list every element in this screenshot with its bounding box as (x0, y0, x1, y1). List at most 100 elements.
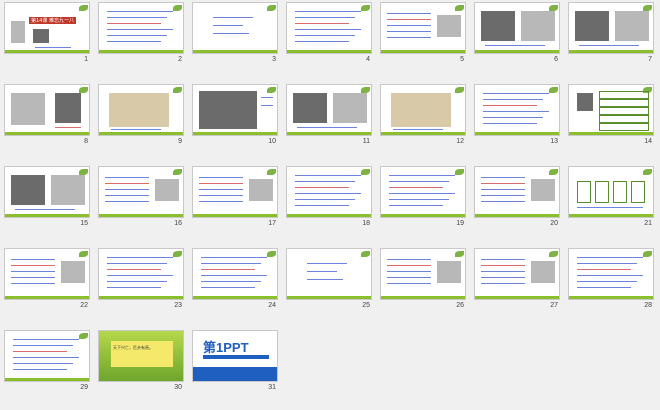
text-line (107, 41, 161, 42)
leaf-icon (643, 251, 652, 257)
slide-thumbnail-3[interactable]: 3 (192, 2, 278, 70)
slide-thumbnail-27[interactable]: 27 (474, 248, 560, 316)
slide-thumbnail-2[interactable]: 2 (98, 2, 184, 70)
text-line (579, 45, 639, 46)
slide-number: 12 (456, 138, 464, 145)
slide-canvas[interactable] (380, 84, 466, 136)
slide-canvas[interactable] (474, 248, 560, 300)
slide-thumbnail-24[interactable]: 24 (192, 248, 278, 316)
leaf-icon (267, 251, 276, 257)
slide-picture (155, 179, 179, 201)
slide-thumbnail-17[interactable]: 17 (192, 166, 278, 234)
slide-thumbnail-4[interactable]: 4 (286, 2, 372, 70)
text-line (107, 281, 167, 282)
slide-canvas[interactable] (4, 84, 90, 136)
text-line (201, 257, 267, 258)
slide-thumbnail-12[interactable]: 12 (380, 84, 466, 152)
leaf-icon (173, 5, 182, 11)
slide-footer-bar (381, 296, 465, 299)
leaf-icon (267, 169, 276, 175)
table-row (599, 107, 649, 115)
slide-canvas[interactable] (192, 2, 278, 54)
slide-canvas[interactable] (4, 166, 90, 218)
text-line (483, 111, 549, 112)
slide-picture (615, 11, 649, 41)
slide-thumbnail-22[interactable]: 22 (4, 248, 90, 316)
slide-canvas[interactable] (98, 248, 184, 300)
slide-thumbnail-30[interactable]: 天下兴亡，匹夫有责。 30 (98, 330, 184, 398)
slide-canvas[interactable]: 第14课 难忘九一八 (4, 2, 90, 54)
slide-canvas[interactable]: 第1PPT (192, 330, 278, 382)
slide-number: 29 (80, 384, 88, 391)
slide-thumbnail-26[interactable]: 26 (380, 248, 466, 316)
slide-thumbnail-18[interactable]: 18 (286, 166, 372, 234)
slide-canvas[interactable] (286, 2, 372, 54)
slide-canvas[interactable] (98, 84, 184, 136)
ppt-logo: 第1PPT (203, 340, 249, 355)
slide-thumbnail-1[interactable]: 第14课 难忘九一八 1 (4, 2, 90, 70)
slide-canvas[interactable] (568, 84, 654, 136)
slide-canvas[interactable] (4, 330, 90, 382)
leaf-icon (455, 87, 464, 93)
text-line (577, 287, 631, 288)
slide-thumbnail-19[interactable]: 19 (380, 166, 466, 234)
slide-canvas[interactable] (380, 2, 466, 54)
slide-canvas[interactable] (98, 2, 184, 54)
slide-canvas[interactable] (192, 84, 278, 136)
slide-picture (199, 91, 257, 129)
slide-canvas[interactable] (568, 166, 654, 218)
slide-canvas[interactable] (286, 166, 372, 218)
leaf-icon (173, 251, 182, 257)
slide-thumbnail-13[interactable]: 13 (474, 84, 560, 152)
text-line (105, 177, 149, 178)
slide-canvas[interactable] (4, 248, 90, 300)
slide-thumbnail-23[interactable]: 23 (98, 248, 184, 316)
text-line (481, 189, 525, 190)
slide-thumbnail-21[interactable]: 21 (568, 166, 654, 234)
slide-canvas[interactable] (474, 2, 560, 54)
slide-canvas[interactable] (286, 248, 372, 300)
text-line (295, 41, 349, 42)
slide-footer-bar (193, 214, 277, 217)
slide-thumbnail-15[interactable]: 15 (4, 166, 90, 234)
slide-footer-bar (569, 214, 653, 217)
slide-canvas[interactable] (380, 248, 466, 300)
slide-sorter-grid: 第14课 难忘九一八 1 2 3 4 5 6 7 8 9 10 11 12 13 14 15 16 17 18 19 2… (0, 0, 660, 410)
slide-canvas[interactable] (474, 84, 560, 136)
slide-canvas[interactable] (286, 84, 372, 136)
slide-thumbnail-14[interactable]: 14 (568, 84, 654, 152)
slide-thumbnail-6[interactable]: 6 (474, 2, 560, 70)
slide-thumbnail-31[interactable]: 第1PPT 31 (192, 330, 278, 398)
leaf-icon (455, 5, 464, 11)
slide-canvas[interactable] (568, 2, 654, 54)
slide-canvas[interactable] (98, 166, 184, 218)
slide-footer-bar (193, 296, 277, 299)
text-line (107, 29, 173, 30)
text-line (481, 195, 525, 196)
slide-thumbnail-11[interactable]: 11 (286, 84, 372, 152)
text-line (387, 13, 431, 14)
text-line (13, 351, 67, 352)
text-line (35, 47, 71, 48)
slide-thumbnail-29[interactable]: 29 (4, 330, 90, 398)
slide-canvas[interactable] (380, 166, 466, 218)
slide-thumbnail-20[interactable]: 20 (474, 166, 560, 234)
slide-canvas[interactable] (192, 248, 278, 300)
slide-canvas[interactable] (474, 166, 560, 218)
slide-thumbnail-9[interactable]: 9 (98, 84, 184, 152)
slide-canvas[interactable] (192, 166, 278, 218)
text-line (295, 193, 361, 194)
slide-thumbnail-10[interactable]: 10 (192, 84, 278, 152)
slide-thumbnail-25[interactable]: 25 (286, 248, 372, 316)
diagram-node (577, 181, 591, 203)
slide-canvas[interactable] (568, 248, 654, 300)
slide-canvas[interactable]: 天下兴亡，匹夫有责。 (98, 330, 184, 382)
text-line (111, 129, 161, 130)
text-line (483, 105, 537, 106)
slide-thumbnail-7[interactable]: 7 (568, 2, 654, 70)
slide-thumbnail-16[interactable]: 16 (98, 166, 184, 234)
slide-thumbnail-28[interactable]: 28 (568, 248, 654, 316)
slide-footer-bar (5, 132, 89, 135)
slide-thumbnail-8[interactable]: 8 (4, 84, 90, 152)
slide-thumbnail-5[interactable]: 5 (380, 2, 466, 70)
